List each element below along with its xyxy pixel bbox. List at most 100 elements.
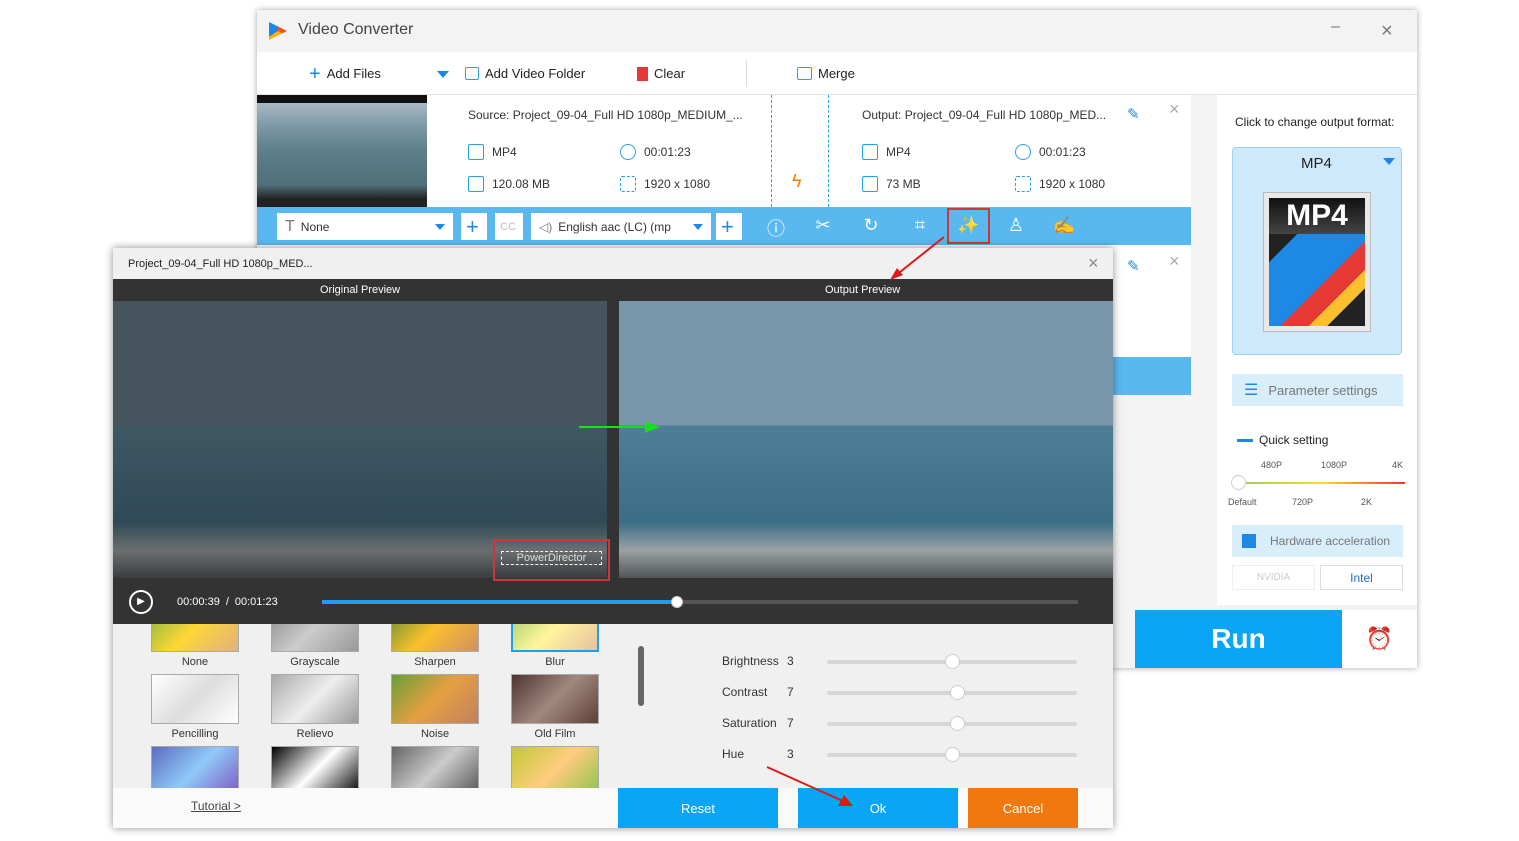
reset-button[interactable]: Reset — [618, 788, 778, 828]
edit-subtitle-icon[interactable]: ✍ — [1052, 215, 1076, 236]
format-badge: MP4 — [1269, 198, 1365, 234]
scissors-icon[interactable]: ✂ — [811, 215, 835, 236]
adjust-value: 3 — [787, 747, 794, 761]
slider-handle[interactable] — [945, 654, 960, 669]
text-icon: T — [285, 217, 295, 235]
source-size: 120.08 MB — [468, 176, 550, 192]
plus-icon: + — [309, 62, 321, 85]
cancel-button[interactable]: Cancel — [968, 788, 1078, 828]
format-name: MP4 — [1301, 155, 1332, 172]
chip-icon — [1242, 534, 1256, 548]
output-format-selector[interactable]: MP4 MP4 — [1232, 147, 1402, 355]
remove-file-icon[interactable]: × — [1169, 251, 1180, 272]
file-item[interactable]: Source: Project_09-04_Full HD 1080p_MEDI… — [257, 95, 1191, 207]
crop-icon[interactable]: ⌗ — [908, 215, 932, 236]
audio-track-select[interactable]: ◁) English aac (LC) (mp — [531, 213, 711, 240]
play-button[interactable]: ▶ — [129, 590, 153, 614]
merge-button[interactable]: Merge — [797, 66, 855, 81]
add-folder-button[interactable]: Add Video Folder — [465, 66, 585, 81]
add-audio-button[interactable]: + — [716, 213, 742, 240]
quality-slider-handle[interactable] — [1231, 475, 1246, 490]
quality-slider[interactable] — [1231, 475, 1405, 490]
playback-progress[interactable] — [322, 596, 1078, 608]
add-files-dropdown-icon[interactable] — [437, 71, 449, 84]
adjustments: Brightness 3 Contrast 7 Saturation 7 Hue 3 — [113, 624, 1113, 788]
chevron-down-icon — [1383, 158, 1395, 171]
minimize-button[interactable]: – — [1331, 18, 1340, 36]
edit-output-name-icon[interactable]: ✎ — [1127, 257, 1140, 275]
slider-handle[interactable] — [950, 685, 965, 700]
tutorial-link[interactable]: Tutorial > — [191, 799, 241, 813]
adjust-label: Hue — [722, 747, 745, 761]
watermark-text: PowerDirector — [501, 551, 602, 565]
trash-icon — [637, 66, 648, 81]
preview-area: Original Preview Output Preview PowerDir… — [113, 279, 1113, 624]
slider-icon — [1237, 438, 1253, 442]
title-bar: Video Converter – × — [257, 10, 1417, 52]
output-preview-label: Output Preview — [825, 284, 901, 296]
dialog-title: Project_09-04_Full HD 1080p_MED... — [128, 258, 313, 270]
file-icon — [862, 176, 878, 192]
ok-button[interactable]: Ok — [798, 788, 958, 828]
folder-icon — [465, 67, 479, 80]
adjust-value: 7 — [787, 685, 794, 699]
adjust-slider[interactable] — [827, 654, 1077, 669]
alarm-clock-icon[interactable]: ⏰ — [1342, 610, 1417, 668]
quick-setting-label: Quick setting — [1237, 433, 1328, 447]
chevron-down-icon — [693, 223, 703, 235]
dialog-close-button[interactable]: × — [1088, 253, 1099, 274]
adjust-value: 3 — [787, 654, 794, 668]
tick-480p: 480P — [1261, 460, 1283, 470]
output-panel: Click to change output format: MP4 MP4 ☰… — [1217, 95, 1417, 605]
green-arrow — [579, 426, 649, 428]
close-button[interactable]: × — [1381, 20, 1393, 43]
remove-file-icon[interactable]: × — [1169, 99, 1180, 120]
mp4-format-icon: MP4 — [1263, 192, 1371, 332]
cc-icon[interactable]: CC — [495, 213, 523, 240]
video-file-icon — [468, 144, 484, 160]
clear-button[interactable]: Clear — [637, 66, 685, 81]
adjust-slider[interactable] — [827, 747, 1077, 762]
slider-handle[interactable] — [950, 716, 965, 731]
source-resolution: 1920 x 1080 — [620, 176, 710, 192]
edit-toolbar: T None + CC ◁) English aac (LC) (mp + ⓘ ✂ … — [257, 207, 1191, 245]
format-hint: Click to change output format: — [1235, 115, 1395, 129]
progress-fill — [322, 596, 684, 608]
output-preview — [619, 301, 1113, 578]
output-name: Output: Project_09-04_Full HD 1080p_MED.… — [862, 108, 1107, 122]
rotate-icon[interactable]: ↻ — [859, 215, 883, 236]
add-files-button[interactable]: + Add Files — [309, 62, 381, 85]
adjust-slider[interactable] — [827, 716, 1077, 731]
info-icon[interactable]: ⓘ — [764, 215, 788, 241]
video-file-icon — [862, 144, 878, 160]
time-display: 00:00:39/00:01:23 — [177, 596, 278, 608]
hardware-acceleration-button[interactable]: Hardware acceleration — [1232, 525, 1403, 557]
original-preview-label: Original Preview — [320, 284, 401, 296]
add-subtitle-button[interactable]: + — [461, 213, 487, 240]
progress-handle[interactable] — [671, 596, 684, 608]
adjust-label: Saturation — [722, 716, 777, 730]
intel-option[interactable]: Intel — [1320, 565, 1403, 590]
tick-1080p: 1080P — [1321, 460, 1348, 470]
subtitle-select[interactable]: T None — [277, 213, 453, 240]
slider-handle[interactable] — [945, 747, 960, 762]
effects-wand-icon[interactable]: ✨ — [947, 208, 990, 244]
lightning-icon: ϟ — [792, 171, 802, 191]
run-button[interactable]: Run — [1135, 610, 1342, 668]
tick-720p: 720P — [1292, 497, 1314, 507]
watermark-selection[interactable]: PowerDirector — [493, 539, 610, 581]
source-duration: 00:01:23 — [620, 144, 691, 160]
file-icon — [468, 176, 484, 192]
original-preview — [113, 301, 607, 578]
video-thumbnail[interactable] — [257, 95, 427, 207]
convert-divider: ϟ — [771, 95, 829, 207]
edit-output-name-icon[interactable]: ✎ — [1127, 105, 1140, 123]
nvidia-option[interactable]: NVIDIA — [1232, 565, 1315, 590]
adjust-slider[interactable] — [827, 685, 1077, 700]
output-duration: 00:01:23 — [1015, 144, 1086, 160]
app-title: Video Converter — [298, 21, 414, 38]
watermark-stamp-icon[interactable]: ♙ — [1004, 215, 1028, 236]
output-size: 73 MB — [862, 176, 921, 192]
output-resolution: 1920 x 1080 — [1015, 176, 1105, 192]
parameter-settings-button[interactable]: ☰ Parameter settings — [1232, 374, 1403, 406]
